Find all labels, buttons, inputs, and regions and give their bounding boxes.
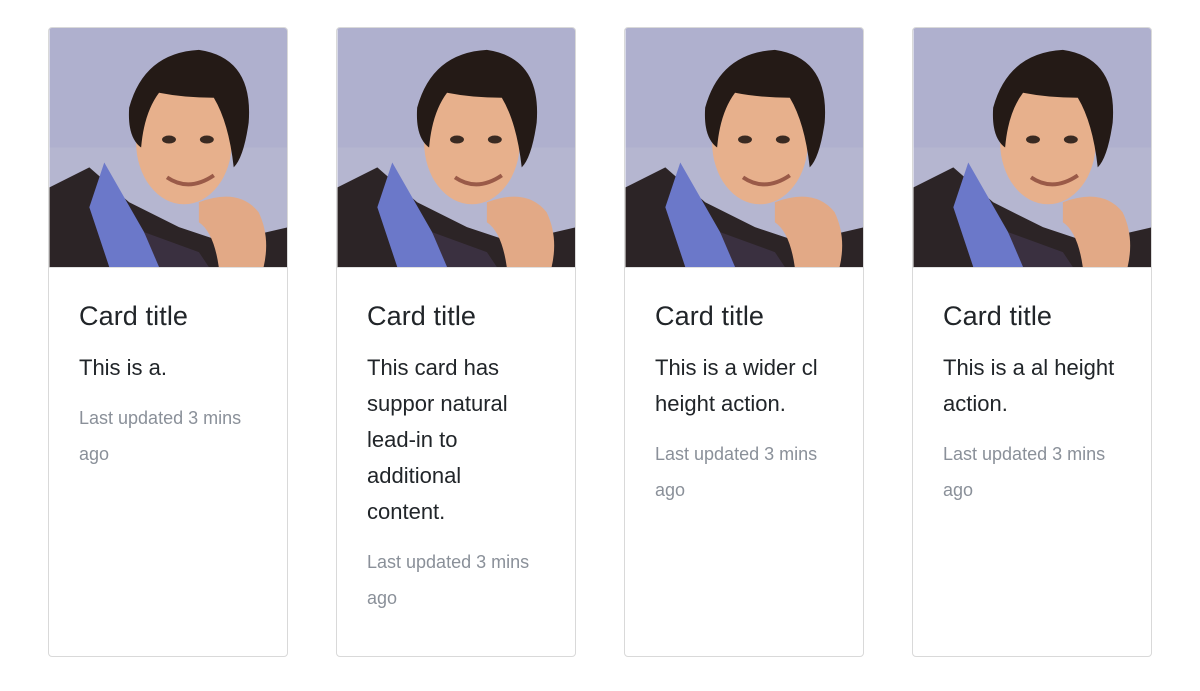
card-image <box>337 28 575 268</box>
card: Card title This is a wider cl height act… <box>624 27 864 657</box>
card: Card title This is a al height action. L… <box>912 27 1152 657</box>
card-text: This card has suppor natural lead-in to … <box>367 355 508 524</box>
card-last-updated: Last updated 3 mins ago <box>655 444 818 500</box>
card: Card title This card has suppor natural … <box>336 27 576 657</box>
card-title: Card title <box>943 301 1053 331</box>
card-text: This is a. <box>79 355 168 380</box>
card-title: Card title <box>367 301 477 331</box>
card-title: Card title <box>655 301 765 331</box>
card-body: Card title This is a wider cl height act… <box>625 268 863 508</box>
card-body: Card title This is a al height action. L… <box>913 268 1151 508</box>
card-last-updated: Last updated 3 mins ago <box>943 444 1106 500</box>
card: Card title This is a. Last updated 3 min… <box>48 27 288 657</box>
card-image <box>625 28 863 268</box>
card-image <box>49 28 287 268</box>
card-last-updated: Last updated 3 mins ago <box>367 552 530 608</box>
card-title: Card title <box>79 301 189 331</box>
card-deck: Card title This is a. Last updated 3 min… <box>0 0 1200 691</box>
card-body: Card title This is a. Last updated 3 min… <box>49 268 287 472</box>
card-last-updated: Last updated 3 mins ago <box>79 408 242 464</box>
card-text: This is a wider cl height action. <box>655 355 818 416</box>
card-image <box>913 28 1151 268</box>
card-text: This is a al height action. <box>943 355 1115 416</box>
card-body: Card title This card has suppor natural … <box>337 268 575 616</box>
